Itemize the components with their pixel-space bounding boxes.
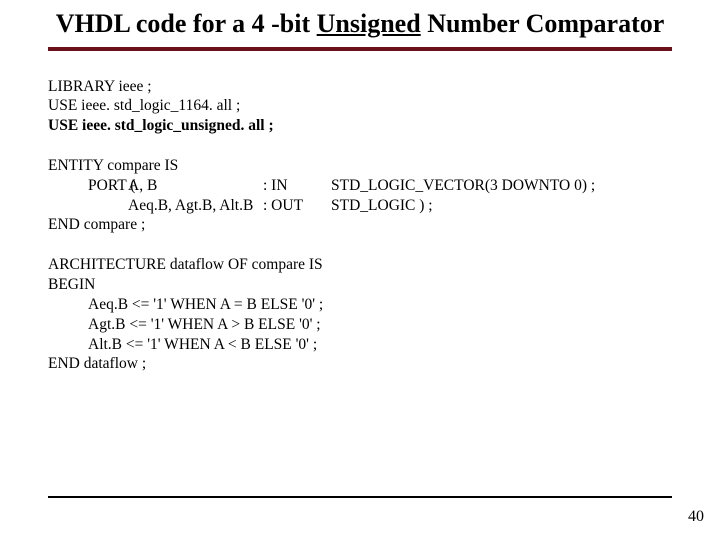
port-sig: Aeq.B, Agt.B, Alt.B bbox=[128, 196, 263, 216]
code-line: ARCHITECTURE dataflow OF compare IS bbox=[48, 255, 672, 275]
arch-block: ARCHITECTURE dataflow OF compare IS BEGI… bbox=[48, 255, 672, 374]
code-line: LIBRARY ieee ; bbox=[48, 77, 672, 97]
code-line: Alt.B <= '1' WHEN A < B ELSE '0' ; bbox=[48, 335, 672, 355]
port-blank bbox=[48, 196, 128, 216]
code-line: Aeq.B <= '1' WHEN A = B ELSE '0' ; bbox=[48, 295, 672, 315]
code-line: USE ieee. std_logic_1164. all ; bbox=[48, 96, 672, 116]
port-type: STD_LOGIC ) ; bbox=[331, 196, 672, 216]
footer-rule bbox=[48, 496, 672, 498]
slide: VHDL code for a 4 -bit Unsigned Number C… bbox=[0, 0, 720, 374]
code-area: LIBRARY ieee ; USE ieee. std_logic_1164.… bbox=[48, 77, 672, 375]
title-underlined: Unsigned bbox=[317, 9, 421, 38]
code-line: BEGIN bbox=[48, 275, 672, 295]
title-pre: VHDL code for a 4 -bit bbox=[56, 9, 317, 38]
port-type: STD_LOGIC_VECTOR(3 DOWNTO 0) ; bbox=[331, 176, 672, 196]
port-kw: PORT ( bbox=[48, 176, 128, 196]
library-block: LIBRARY ieee ; USE ieee. std_logic_1164.… bbox=[48, 77, 672, 136]
code-line: END dataflow ; bbox=[48, 354, 672, 374]
title-post: Number Comparator bbox=[421, 9, 665, 38]
code-line: ENTITY compare IS bbox=[48, 156, 672, 176]
port-dir: : IN bbox=[263, 176, 331, 196]
code-line: Agt.B <= '1' WHEN A > B ELSE '0' ; bbox=[48, 315, 672, 335]
code-line: END compare ; bbox=[48, 215, 672, 235]
title-rule bbox=[48, 47, 672, 51]
code-line: USE ieee. std_logic_unsigned. all ; bbox=[48, 116, 672, 136]
port-dir: : OUT bbox=[263, 196, 331, 216]
port-grid: PORT ( A, B : IN STD_LOGIC_VECTOR(3 DOWN… bbox=[48, 176, 672, 216]
entity-block: ENTITY compare IS PORT ( A, B : IN STD_L… bbox=[48, 156, 672, 235]
port-sig: A, B bbox=[128, 176, 263, 196]
page-number: 40 bbox=[688, 508, 704, 526]
slide-title: VHDL code for a 4 -bit Unsigned Number C… bbox=[48, 8, 672, 41]
